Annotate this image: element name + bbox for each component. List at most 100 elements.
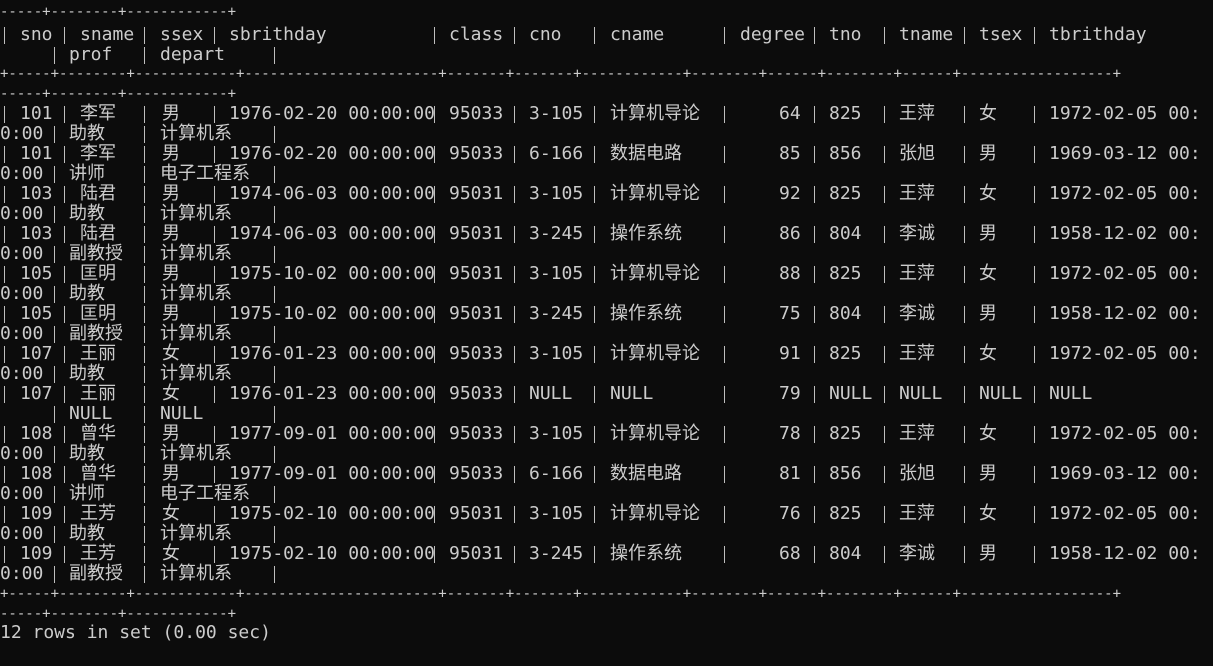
column-divider [1034, 226, 1035, 243]
column-divider [724, 346, 725, 363]
column-divider [54, 246, 55, 263]
column-divider [144, 526, 145, 543]
cell-cname: NULL [610, 383, 654, 404]
cell-sname: 王丽 [80, 343, 116, 364]
column-divider [54, 486, 55, 503]
column-divider [814, 266, 815, 283]
column-divider [1034, 426, 1035, 443]
column-divider [214, 266, 215, 283]
scrollbar[interactable] [1198, 0, 1213, 666]
column-divider [884, 466, 885, 483]
column-divider [64, 426, 65, 443]
column-divider [1034, 386, 1035, 403]
cell-sno: 101 [20, 103, 53, 124]
cell-cname: 计算机导论 [610, 423, 700, 444]
column-divider [64, 266, 65, 283]
column-divider [964, 146, 965, 163]
cell-sname: 王丽 [80, 383, 116, 404]
column-divider [964, 266, 965, 283]
column-divider [144, 406, 145, 423]
column-divider [884, 386, 885, 403]
cell-depart: 计算机系 [160, 283, 232, 304]
cell-tno: 825 [829, 103, 862, 124]
cell-tsex: 女 [979, 263, 997, 284]
cell-prof: 助教 [69, 283, 105, 304]
column-divider [64, 506, 65, 523]
column-divider [64, 226, 65, 243]
cell-tname: 王萍 [899, 103, 935, 124]
cell-sno: 109 [20, 503, 53, 524]
column-divider [434, 346, 435, 363]
column-divider [4, 27, 5, 44]
cell-tno: 825 [829, 263, 862, 284]
cell-tbrithday: 1972-02-05 00:0 [1049, 183, 1198, 204]
column-divider [1034, 146, 1035, 163]
column-divider [514, 306, 515, 323]
column-divider [214, 146, 215, 163]
cell-tno: 825 [829, 343, 862, 364]
cell-sname: 匡明 [80, 263, 116, 284]
cell-class: 95033 [449, 383, 504, 404]
cell-cno: 3-105 [529, 103, 584, 124]
column-divider [964, 306, 965, 323]
column-divider [964, 186, 965, 203]
column-divider [274, 126, 275, 143]
column-divider [214, 106, 215, 123]
column-divider [964, 546, 965, 563]
column-header-degree: degree [740, 24, 806, 45]
column-divider [4, 386, 5, 403]
column-divider [724, 186, 725, 203]
column-divider [884, 27, 885, 44]
column-divider [594, 106, 595, 123]
column-divider [214, 346, 215, 363]
column-header-sbrithday: sbrithday [229, 24, 327, 45]
cell-cno: 3-245 [529, 223, 584, 244]
column-divider [964, 346, 965, 363]
cell-sno: 109 [20, 543, 53, 564]
cell-cno: 3-105 [529, 183, 584, 204]
cell-prof: 讲师 [69, 483, 105, 504]
column-divider [54, 446, 55, 463]
cell-tbrithday-wrap: 0:00 [0, 323, 44, 344]
column-divider [884, 106, 885, 123]
column-divider [274, 526, 275, 543]
cell-sno: 105 [20, 303, 53, 324]
cell-ssex: 男 [162, 143, 180, 164]
column-divider [144, 146, 145, 163]
column-divider [814, 546, 815, 563]
column-divider [434, 426, 435, 443]
cell-tsex: 女 [979, 423, 997, 444]
cell-sno: 108 [20, 463, 53, 484]
cell-class: 95033 [449, 103, 504, 124]
cell-ssex: 男 [162, 103, 180, 124]
column-header-ssex: ssex [160, 24, 204, 45]
column-divider [144, 246, 145, 263]
column-divider [964, 27, 965, 44]
cell-depart: NULL [160, 403, 204, 424]
cell-tbrithday-wrap: 0:00 [0, 523, 44, 544]
column-divider [514, 266, 515, 283]
column-divider [594, 466, 595, 483]
cell-tbrithday: 1972-02-05 00:0 [1049, 103, 1198, 124]
cell-cno: 3-105 [529, 423, 584, 444]
cell-sname: 李军 [80, 103, 116, 124]
terminal-window[interactable]: -----+--------+------------+ sno sname ssex… [0, 0, 1198, 666]
column-divider [54, 526, 55, 543]
cell-tbrithday-wrap: 0:00 [0, 363, 44, 384]
column-divider [594, 27, 595, 44]
cell-tbrithday: 1969-03-12 00:0 [1049, 143, 1198, 164]
cell-tno: 825 [829, 423, 862, 444]
column-divider [64, 466, 65, 483]
column-divider [814, 426, 815, 443]
cell-sno: 103 [20, 183, 53, 204]
column-divider [884, 266, 885, 283]
column-divider [274, 47, 275, 64]
column-divider [594, 186, 595, 203]
table-border-bottom-wrap: -----+--------+------------+ [0, 606, 237, 622]
cell-tbrithday: NULL [1049, 383, 1093, 404]
cell-sbrithday: 1975-02-10 00:00:00 [229, 543, 435, 564]
column-divider [144, 486, 145, 503]
cell-depart: 计算机系 [160, 563, 232, 584]
column-divider [54, 366, 55, 383]
cell-prof: 助教 [69, 363, 105, 384]
